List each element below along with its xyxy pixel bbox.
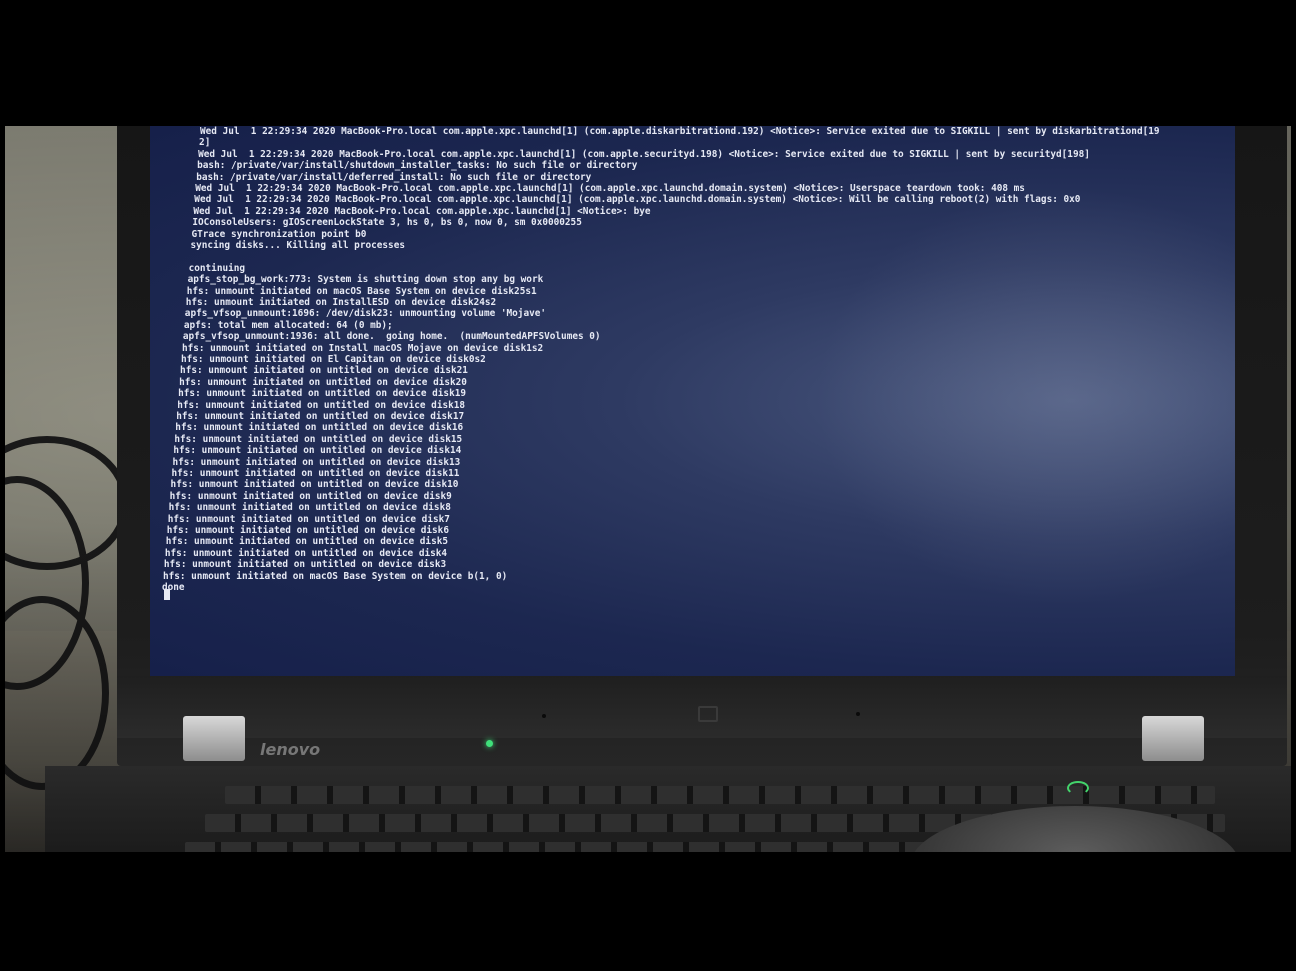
terminal-line: apfs_stop_bg_work:773: System is shuttin… [187,274,544,286]
terminal-line: hfs: unmount initiated on untitled on de… [170,479,459,491]
terminal-line: hfs: unmount initiated on untitled on de… [171,468,460,479]
terminal-line: Wed Jul 1 22:29:34 2020 MacBook-Pro.loca… [194,194,1081,206]
terminal-line: continuing [188,262,246,274]
terminal-line: hfs: unmount initiated on untitled on de… [177,399,466,411]
terminal-line: 2] [199,137,211,149]
terminal-line: GTrace synchronization point b0 [191,228,367,240]
terminal-line: syncing disks... Killing all processes [190,240,405,251]
terminal-line: hfs: unmount initiated on untitled on de… [179,376,467,388]
terminal-line: hfs: unmount initiated on untitled on de… [166,525,449,536]
terminal-line: hfs: unmount initiated on untitled on de… [169,490,452,502]
letterbox-frame: Wed Jul 1 22:29:34 2020 MacBook-Pro.loca… [0,0,1296,971]
power-icon [1067,781,1089,795]
bezel-sensor [698,706,718,722]
terminal-line: hfs: unmount initiated on macOS Base Sys… [186,285,537,297]
terminal-line: hfs: unmount initiated on untitled on de… [167,513,450,525]
terminal-line: hfs: unmount initiated on untitled on de… [175,422,464,434]
terminal-line: hfs: unmount initiated on untitled on de… [168,502,451,514]
terminal-line: Wed Jul 1 22:29:34 2020 MacBook-Pro.loca… [198,148,1090,160]
terminal-line: hfs: unmount initiated on untitled on de… [178,388,466,400]
terminal-cursor [164,589,170,600]
terminal-line: hfs: unmount initiated on untitled on de… [172,456,461,468]
terminal-line: hfs: unmount initiated on macOS Base Sys… [162,570,508,582]
terminal-line: hfs: unmount initiated on El Capitan on … [181,354,486,365]
terminal-line: hfs: unmount initiated on untitled on de… [164,547,448,559]
terminal-line: apfs_vfsop_unmount:1936: all done. going… [182,331,601,343]
terminal-line: bash: /private/var/install/shutdown_inst… [197,160,638,172]
terminal-line: hfs: unmount initiated on untitled on de… [173,445,462,457]
bezel-dot [856,712,860,716]
brand-logo: lenovo [260,740,321,759]
terminal-line: hfs: unmount initiated on Install macOS … [181,342,544,354]
terminal-line: IOConsoleUsers: gIOScreenLockState 3, hs… [192,217,582,229]
laptop-screen: Wed Jul 1 22:29:34 2020 MacBook-Pro.loca… [150,126,1235,676]
terminal-line: hfs: unmount initiated on untitled on de… [163,559,447,571]
status-led [486,740,493,747]
terminal-line: hfs: unmount initiated on untitled on de… [165,536,449,548]
terminal-line: bash: /private/var/install/deferred_inst… [196,171,592,183]
terminal-line: Wed Jul 1 22:29:34 2020 MacBook-Pro.loca… [195,183,1025,194]
laptop-photo: Wed Jul 1 22:29:34 2020 MacBook-Pro.loca… [5,126,1291,852]
terminal-line: apfs: total mem allocated: 64 (0 mb); [183,319,393,331]
terminal-line: Wed Jul 1 22:29:34 2020 MacBook-Pro.loca… [200,126,1160,137]
hinge-right [1142,716,1204,761]
terminal-line: hfs: unmount initiated on untitled on de… [176,411,465,422]
terminal-line: hfs: unmount initiated on untitled on de… [180,365,468,377]
terminal-line: Wed Jul 1 22:29:34 2020 MacBook-Pro.loca… [193,205,651,217]
bezel-dot [542,714,546,718]
terminal-line: hfs: unmount initiated on untitled on de… [174,433,463,445]
terminal-line: apfs_vfsop_unmount:1696: /dev/disk23: un… [184,308,547,320]
hinge-left [183,716,245,761]
boot-terminal-output: Wed Jul 1 22:29:34 2020 MacBook-Pro.loca… [150,126,1235,676]
terminal-line: hfs: unmount initiated on InstallESD on … [185,297,497,308]
